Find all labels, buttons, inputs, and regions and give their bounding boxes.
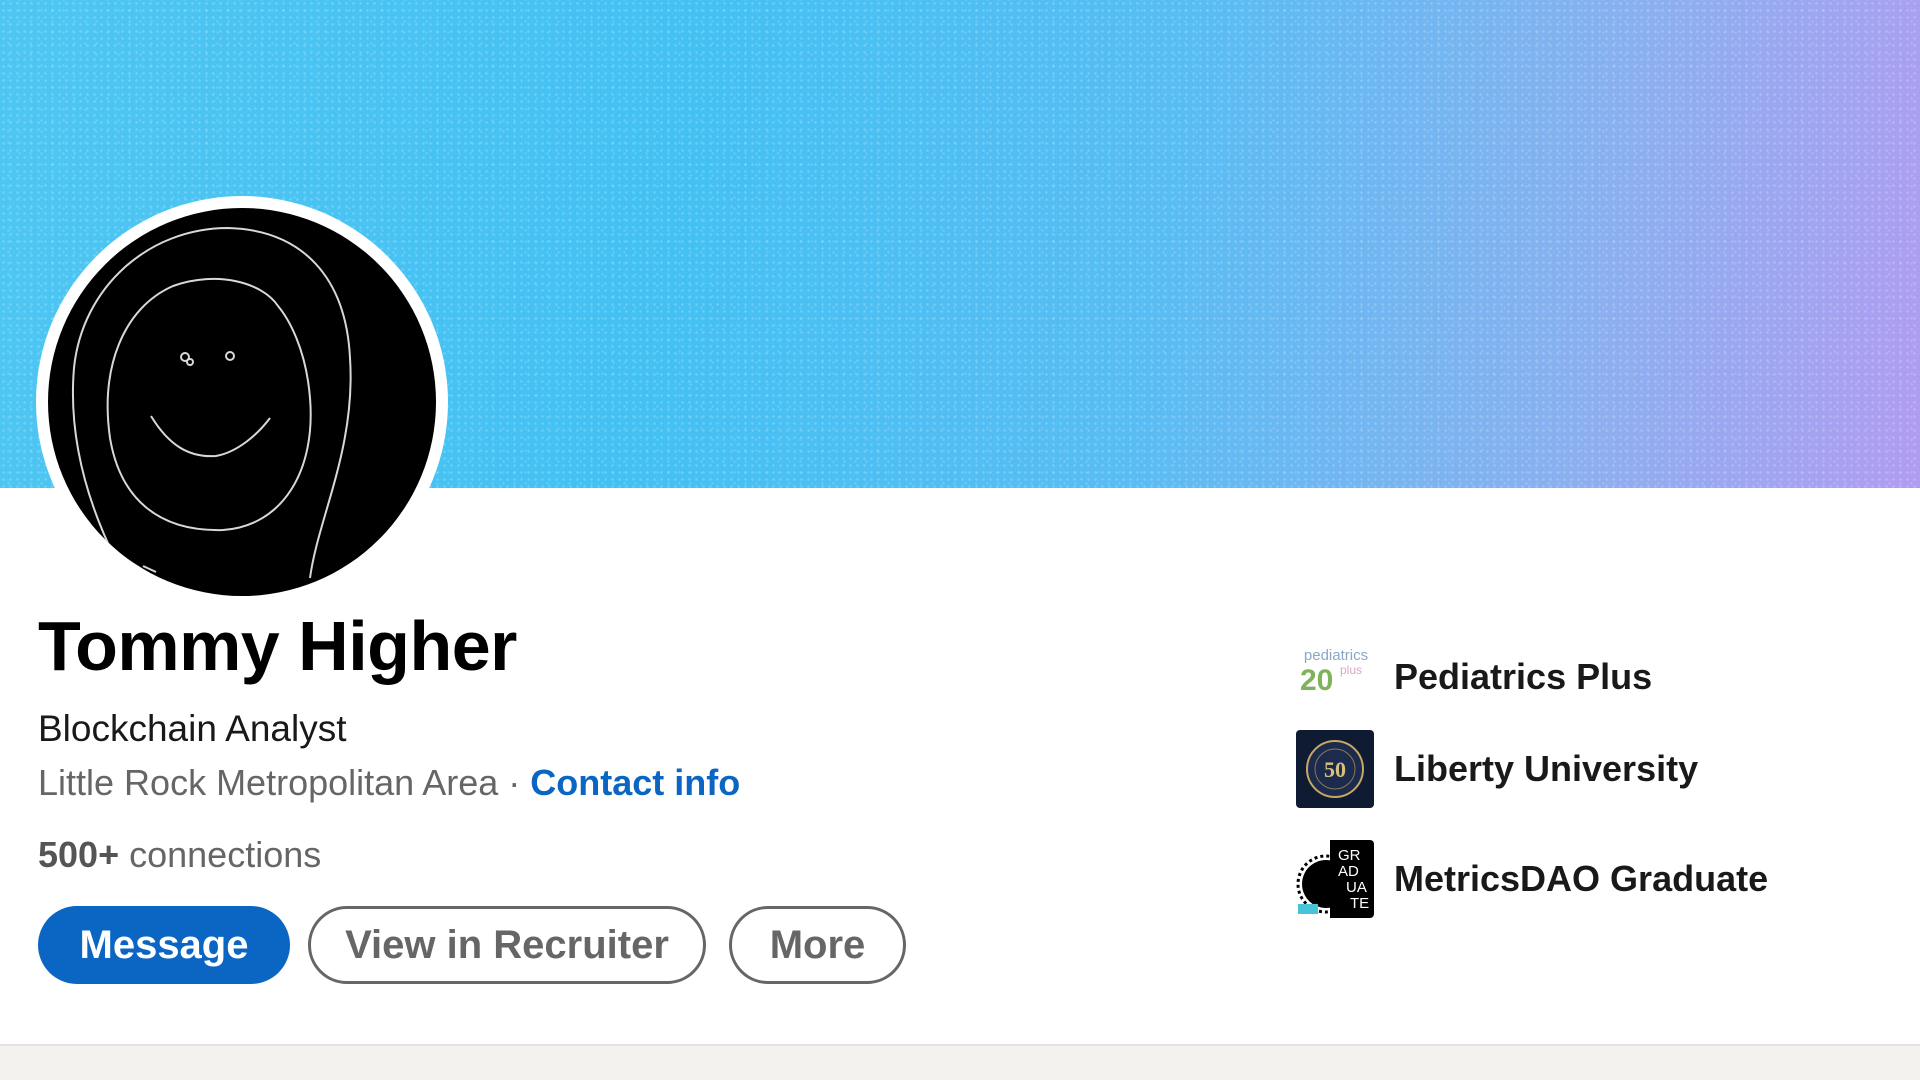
- metrics-badge-line-1: GR: [1338, 847, 1361, 864]
- location-row: Little Rock Metropolitan Area · Contact in…: [38, 762, 740, 804]
- pediatrics-logo-plus: plus: [1340, 663, 1362, 677]
- connections-count[interactable]: 500+ connections: [38, 834, 321, 876]
- connections-label: connections: [129, 834, 322, 875]
- contact-info-link[interactable]: Contact info: [530, 762, 740, 803]
- liberty-seal-number: 50: [1324, 757, 1346, 782]
- org-label: MetricsDAO Graduate: [1394, 858, 1769, 899]
- message-button[interactable]: Message: [38, 906, 290, 984]
- metrics-badge-line-4: TE: [1350, 895, 1369, 912]
- profile-name: Tommy Higher: [38, 607, 517, 685]
- profile-headline: Blockchain Analyst: [38, 708, 347, 749]
- pediatrics-logo-number: 20: [1300, 664, 1333, 697]
- org-item-liberty-university[interactable]: 50 Liberty University: [1296, 730, 1698, 808]
- profile-location: Little Rock Metropolitan Area: [38, 762, 499, 803]
- org-label: Pediatrics Plus: [1394, 656, 1653, 697]
- org-label: Liberty University: [1394, 748, 1699, 789]
- more-button[interactable]: More: [729, 906, 906, 984]
- avatar-frame[interactable]: [36, 196, 448, 608]
- pediatrics-plus-logo-icon: pediatrics 20 plus: [1296, 638, 1374, 716]
- profile-card: Tommy Higher Blockchain Analyst Little R…: [0, 0, 1920, 1046]
- metrics-badge-line-2: AD: [1338, 863, 1359, 880]
- view-in-recruiter-button[interactable]: View in Recruiter: [308, 906, 706, 984]
- org-item-pediatrics-plus[interactable]: pediatrics 20 plus Pediatrics Plus: [1296, 638, 1652, 716]
- smiley-face-drawing: [71, 226, 352, 579]
- liberty-university-seal-icon: 50: [1296, 730, 1374, 808]
- metricsdao-graduate-badge-icon: GR AD UA TE: [1296, 840, 1374, 918]
- pediatrics-logo-word: pediatrics: [1304, 647, 1368, 664]
- avatar[interactable]: [48, 208, 436, 596]
- org-item-metricsdao-graduate[interactable]: GR AD UA TE MetricsDAO Graduate: [1296, 840, 1768, 918]
- separator-dot: ·: [508, 762, 521, 803]
- metrics-badge-line-3: UA: [1346, 879, 1367, 896]
- connections-number: 500+: [38, 834, 120, 875]
